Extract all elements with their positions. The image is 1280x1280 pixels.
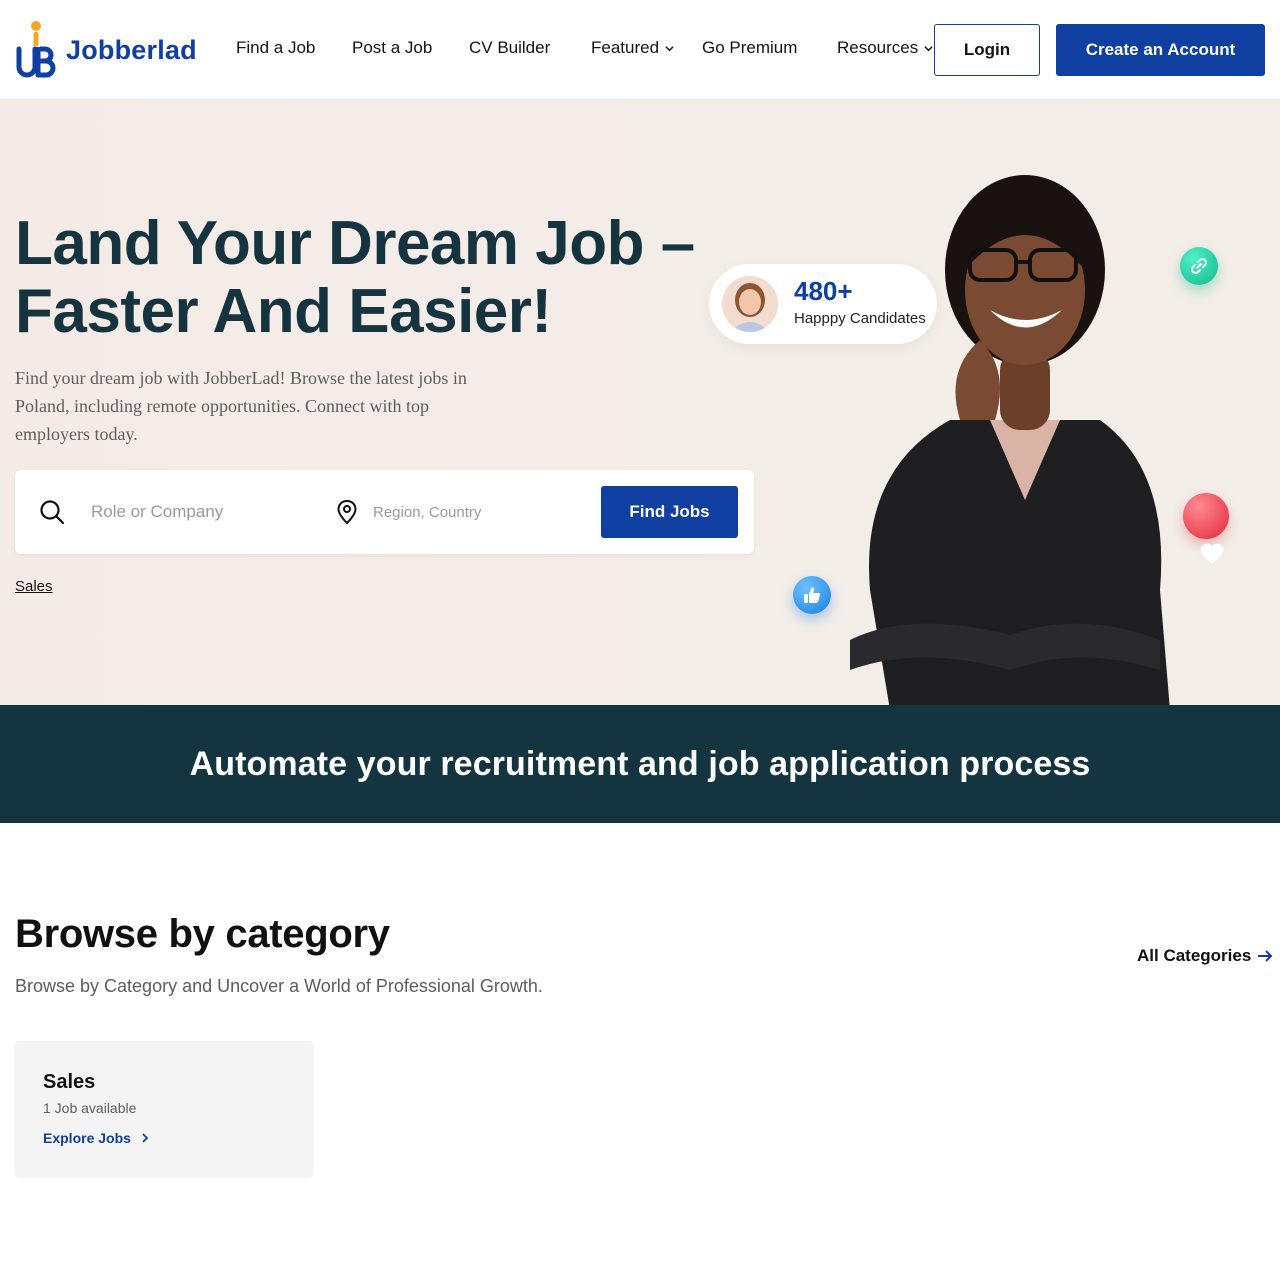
login-button[interactable]: Login (934, 24, 1040, 76)
category-card-sales[interactable]: Sales 1 Job available Explore Jobs (15, 1041, 313, 1177)
brand-name: Jobberlad (66, 34, 197, 65)
browse-category-title: Browse by category (15, 912, 390, 956)
create-account-button[interactable]: Create an Account (1056, 24, 1265, 76)
nav-label: Resources (837, 38, 919, 57)
location-pin-icon (337, 499, 357, 525)
nav-cv-builder[interactable]: CV Builder (469, 38, 550, 58)
jobberlad-logo-icon (16, 21, 56, 78)
site-header: Jobberlad Find a Job Post a Job CV Build… (0, 0, 1280, 100)
browse-category-subtitle: Browse by Category and Uncover a World o… (15, 976, 543, 996)
hero-person-illustration (850, 175, 1170, 705)
region-country-input[interactable] (373, 496, 593, 528)
brand-logo[interactable]: Jobberlad (14, 18, 197, 82)
happy-candidates-count: 480+ (794, 276, 853, 306)
nav-featured[interactable]: Featured (591, 38, 674, 58)
all-categories-label: All Categories (1137, 946, 1252, 965)
chevron-down-icon (924, 45, 933, 51)
banner-text: Automate your recruitment and job applic… (189, 744, 1091, 783)
nav-post-a-job[interactable]: Post a Job (352, 38, 432, 58)
hero-title-line-2: Faster And Easier! (15, 277, 552, 346)
hero-description: Find your dream job with JobberLad! Brow… (15, 368, 467, 444)
happy-candidates-label: Happpy Candidates (794, 310, 926, 327)
hero-section: Land Your Dream Job – Faster And Easier!… (0, 100, 1280, 705)
chevron-right-icon (142, 1133, 149, 1143)
all-categories-link[interactable]: All Categories (1137, 946, 1273, 966)
automation-banner: Automate your recruitment and job applic… (0, 705, 1280, 823)
heart-icon (1200, 543, 1224, 564)
happy-candidates-card: 480+ Happpy Candidates (709, 264, 937, 344)
candidate-avatar (722, 276, 778, 332)
nav-label: Post a Job (352, 38, 433, 57)
chevron-down-icon (665, 45, 674, 51)
nav-find-a-job[interactable]: Find a Job (236, 38, 315, 58)
category-job-count: 1 Job available (43, 1100, 137, 1116)
heart-bubble-icon (1183, 493, 1229, 539)
nav-label: CV Builder (469, 38, 551, 57)
link-icon (1180, 247, 1218, 285)
hero-title: Land Your Dream Job – Faster And Easier! (15, 210, 715, 346)
role-company-input[interactable] (91, 496, 311, 528)
explore-jobs-label: Explore Jobs (43, 1130, 131, 1146)
search-icon (40, 500, 65, 525)
hero-title-line-1: Land Your Dream Job – (15, 209, 695, 278)
explore-jobs-link[interactable]: Explore Jobs (43, 1130, 149, 1146)
category-name: Sales (43, 1071, 96, 1093)
nav-label: Featured (591, 38, 660, 57)
thumbs-up-icon (793, 576, 831, 614)
arrow-right-icon (1258, 950, 1273, 962)
popular-tag-sales[interactable]: Sales (15, 578, 53, 595)
nav-resources[interactable]: Resources (837, 38, 933, 58)
job-search-bar: Find Jobs (15, 470, 754, 554)
find-jobs-button[interactable]: Find Jobs (601, 486, 738, 538)
nav-label: Go Premium (702, 38, 798, 57)
nav-label: Find a Job (236, 38, 316, 57)
nav-go-premium[interactable]: Go Premium (702, 38, 797, 58)
